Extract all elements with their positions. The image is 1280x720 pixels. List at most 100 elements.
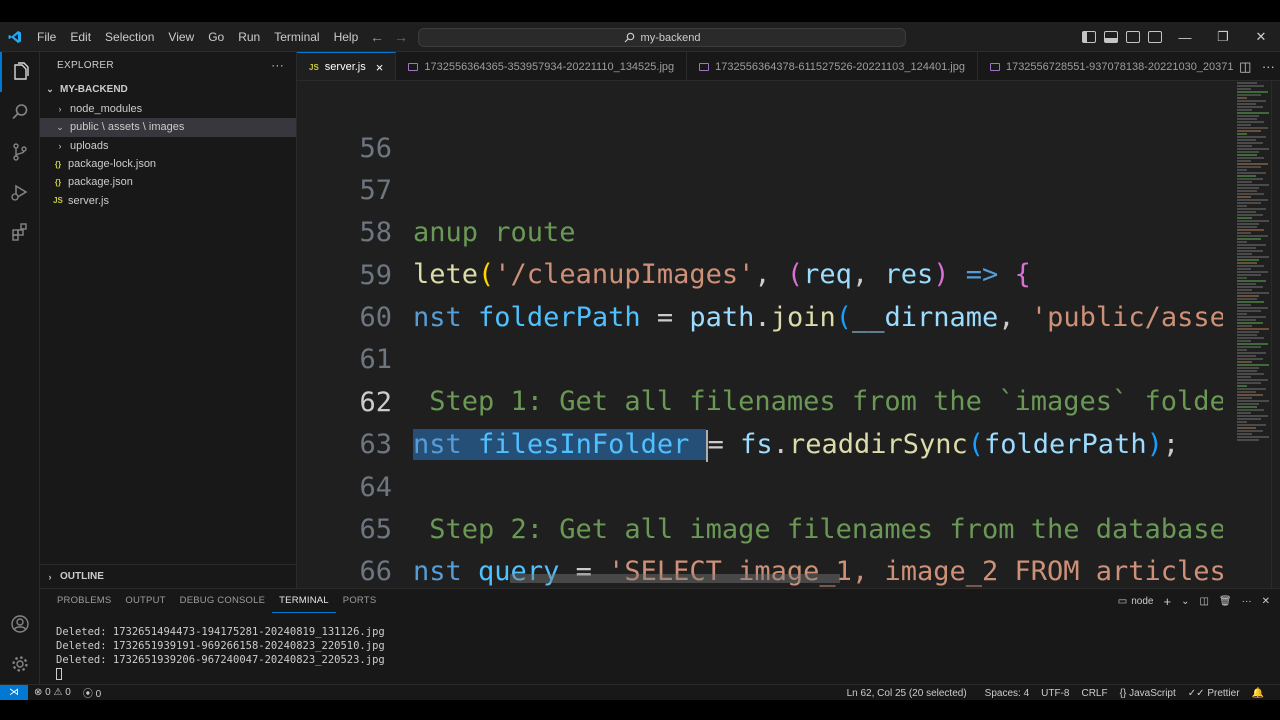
encoding[interactable]: UTF-8 xyxy=(1035,688,1075,699)
chevron-down-icon[interactable]: ⌄ xyxy=(1181,596,1189,607)
more-actions-icon[interactable]: ··· xyxy=(1262,59,1275,74)
code-line: 65 nst query = 'SELECT image_1, image_2 … xyxy=(297,467,1237,587)
toggle-secondary-sidebar-icon[interactable] xyxy=(1126,31,1140,43)
menu-edit[interactable]: Edit xyxy=(63,22,98,52)
close-tab-icon[interactable]: × xyxy=(376,60,384,75)
vertical-scrollbar[interactable] xyxy=(1271,81,1280,588)
menu-run[interactable]: Run xyxy=(231,22,267,52)
minimap-line xyxy=(1237,112,1270,114)
problems-status[interactable]: ⊗ 0 ⚠ 0 xyxy=(28,687,77,698)
accounts-icon[interactable] xyxy=(0,604,40,644)
prettier-status[interactable]: ✓✓ Prettier xyxy=(1182,688,1246,699)
ports-status[interactable]: ⦿ 0 xyxy=(77,685,107,700)
toggle-primary-sidebar-icon[interactable] xyxy=(1082,31,1096,43)
tree-item-node-modules[interactable]: › node_modules xyxy=(40,100,296,118)
minimap-line xyxy=(1237,151,1260,153)
window-controls: — ❐ ✕ xyxy=(1166,22,1280,52)
ports-icon: ⦿ xyxy=(82,689,93,700)
minimap-line xyxy=(1237,154,1258,156)
tab-ports[interactable]: PORTS xyxy=(336,589,384,613)
language-label: JavaScript xyxy=(1129,687,1176,699)
tab-debug-console[interactable]: DEBUG CONSOLE xyxy=(173,589,272,613)
remote-indicator-icon[interactable]: ⋊ xyxy=(0,684,28,701)
minimap-line xyxy=(1237,175,1256,177)
forward-arrow-icon[interactable]: → xyxy=(394,29,408,45)
extensions-icon[interactable] xyxy=(0,212,40,252)
code-line: 64 Step 2: Get all image filenames from … xyxy=(297,425,1237,545)
menu-terminal[interactable]: Terminal xyxy=(267,22,326,52)
tree-item-images-folder[interactable]: ⌄ public \ assets \ images xyxy=(40,118,296,137)
terminal-prompt[interactable] xyxy=(40,667,1280,681)
terminal-name[interactable]: node xyxy=(1131,596,1153,607)
menu-view[interactable]: View xyxy=(161,22,201,52)
minimap-line xyxy=(1237,286,1263,288)
minimap-line xyxy=(1237,256,1270,258)
minimize-icon[interactable]: — xyxy=(1166,22,1204,52)
tab-image-3[interactable]: 1732556728551-937078138-20221030_20371 xyxy=(978,52,1247,80)
tree-item-uploads[interactable]: › uploads xyxy=(40,137,296,155)
tab-problems[interactable]: PROBLEMS xyxy=(50,589,118,613)
status-bar: ⋊ ⊗ 0 ⚠ 0 ⦿ 0 Ln 62, Col 25 (20 selected… xyxy=(0,684,1280,701)
new-terminal-icon[interactable]: + xyxy=(1163,594,1171,609)
tab-label: 1732556728551-937078138-20221030_20371 xyxy=(1005,60,1234,73)
tab-image-2[interactable]: 1732556364378-611527526-20221103_124401.… xyxy=(687,52,978,80)
search-view-icon[interactable] xyxy=(0,92,40,132)
command-center[interactable]: my-backend xyxy=(418,28,906,47)
line-endings[interactable]: CRLF xyxy=(1075,688,1113,699)
code-editor[interactable]: 56 57 anup route 58 lete('/cleanupImages… xyxy=(297,81,1237,588)
menu-go[interactable]: Go xyxy=(201,22,231,52)
source-control-icon[interactable] xyxy=(0,132,40,172)
minimap-line xyxy=(1237,238,1261,240)
language-mode[interactable]: {} JavaScript xyxy=(1114,688,1182,699)
manage-gear-icon[interactable] xyxy=(0,644,40,684)
error-icon: ⊗ xyxy=(34,687,43,698)
menu-selection[interactable]: Selection xyxy=(98,22,161,52)
outline-section[interactable]: › OUTLINE xyxy=(40,564,297,588)
run-debug-icon[interactable] xyxy=(0,172,40,212)
minimap[interactable] xyxy=(1237,81,1271,588)
minimap-line xyxy=(1237,430,1263,432)
vscode-logo-icon xyxy=(0,22,30,52)
tab-image-1[interactable]: 1732556364365-353957934-20221110_134525.… xyxy=(396,52,688,80)
minimap-line xyxy=(1237,199,1268,201)
minimap-line xyxy=(1237,205,1248,207)
workspace-root[interactable]: ⌄ MY-BACKEND xyxy=(40,78,296,100)
minimap-line xyxy=(1237,244,1266,246)
minimap-line xyxy=(1237,265,1265,267)
more-actions-icon[interactable]: ··· xyxy=(271,58,284,72)
cursor-position[interactable]: Ln 62, Col 25 (20 selected) xyxy=(841,688,973,699)
notifications-bell-icon[interactable]: 🔔 xyxy=(1246,688,1270,699)
explorer-icon[interactable] xyxy=(0,52,40,92)
tab-output[interactable]: OUTPUT xyxy=(118,589,172,613)
code-line: 63 xyxy=(297,382,1237,460)
indentation[interactable]: Spaces: 4 xyxy=(979,688,1035,699)
tab-server-js[interactable]: JS server.js × xyxy=(297,52,397,80)
terminal-icon: ▭ xyxy=(1117,595,1128,607)
tree-item-server-js[interactable]: JS server.js xyxy=(40,191,296,209)
customize-layout-icon[interactable] xyxy=(1148,31,1162,43)
panel-tabs: PROBLEMS OUTPUT DEBUG CONSOLE TERMINAL P… xyxy=(40,589,1280,613)
more-actions-icon[interactable]: ··· xyxy=(1242,596,1252,607)
menu-help[interactable]: Help xyxy=(327,22,366,52)
split-editor-icon[interactable]: ◫ xyxy=(1239,59,1251,75)
close-panel-icon[interactable]: ✕ xyxy=(1262,596,1270,607)
tab-terminal[interactable]: TERMINAL xyxy=(272,589,336,613)
tree-item-package-json[interactable]: {} package.json xyxy=(40,173,296,191)
back-arrow-icon[interactable]: ← xyxy=(370,29,384,45)
minimap-line xyxy=(1237,247,1256,249)
close-window-icon[interactable]: ✕ xyxy=(1242,22,1280,52)
minimap-line xyxy=(1237,217,1253,219)
horizontal-scrollbar[interactable] xyxy=(510,574,840,583)
trash-icon[interactable]: 🗑 xyxy=(1219,596,1232,607)
menu-file[interactable]: File xyxy=(30,22,63,52)
terminal-cursor xyxy=(56,668,62,680)
toggle-panel-icon[interactable] xyxy=(1104,31,1118,43)
minimap-line xyxy=(1237,397,1253,399)
split-terminal-icon[interactable]: ◫ xyxy=(1199,596,1208,607)
minimap-line xyxy=(1237,331,1260,333)
restore-icon[interactable]: ❐ xyxy=(1204,22,1242,52)
tree-item-package-lock[interactable]: {} package-lock.json xyxy=(40,155,296,173)
minimap-line xyxy=(1237,133,1248,135)
chevron-down-icon: ⌄ xyxy=(56,121,64,132)
minimap-line xyxy=(1237,379,1268,381)
